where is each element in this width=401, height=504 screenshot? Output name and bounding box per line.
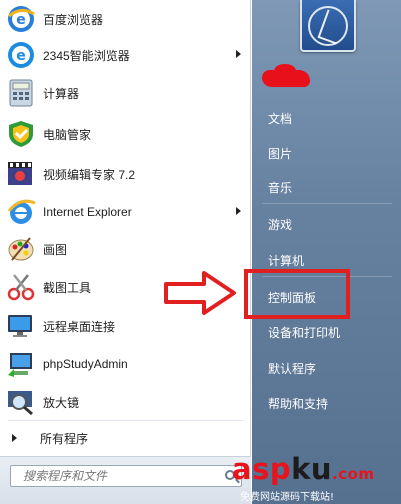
search-box[interactable] <box>10 465 242 487</box>
menu-link-devices-printers[interactable]: 设备和打印机 <box>268 324 340 341</box>
divider <box>8 420 243 421</box>
submenu-arrow-icon[interactable] <box>236 207 241 215</box>
magnifier-icon <box>6 387 36 417</box>
search-input[interactable] <box>23 469 223 483</box>
annotation-highlight-box <box>244 269 350 319</box>
menu-link-computer[interactable]: 计算机 <box>268 252 304 269</box>
username-redaction <box>262 64 310 87</box>
all-programs-button[interactable]: 所有程序 <box>0 424 251 452</box>
svg-text:e: e <box>16 48 26 64</box>
watermark-brand: aspku.com <box>232 452 375 486</box>
program-label: phpStudyAdmin <box>43 357 128 371</box>
program-item-calculator[interactable]: 计算器 <box>0 74 251 112</box>
menu-link-games[interactable]: 游戏 <box>268 216 292 233</box>
menu-link-music[interactable]: 音乐 <box>268 179 292 196</box>
pc-manager-icon <box>6 119 36 149</box>
program-item-paint[interactable]: 画图 <box>0 230 251 268</box>
search-area <box>0 456 251 504</box>
program-list-pane: e 百度浏览器 e 2345智能浏览器 计算器 电脑管家 视频编辑专家 7.2 … <box>0 0 251 504</box>
program-item-baidu-browser[interactable]: e 百度浏览器 <box>0 0 251 38</box>
program-item-magnifier[interactable]: 放大镜 <box>0 383 251 421</box>
program-item-phpstudy-admin[interactable]: phpStudyAdmin <box>0 345 251 383</box>
program-label: 画图 <box>43 242 68 257</box>
menu-link-help-support[interactable]: 帮助和支持 <box>268 395 328 412</box>
2345-browser-icon: e <box>6 40 36 70</box>
program-label: 2345智能浏览器 <box>43 48 130 63</box>
annotation-arrow-icon <box>164 271 236 315</box>
video-editor-icon <box>6 159 36 189</box>
program-item-pc-manager[interactable]: 电脑管家 <box>0 115 251 153</box>
program-label: 远程桌面连接 <box>43 319 116 334</box>
internet-explorer-icon <box>6 197 36 227</box>
menu-link-pictures[interactable]: 图片 <box>268 145 292 162</box>
program-label: 计算器 <box>43 86 80 101</box>
watermark-logo: aspku.com 免费网站源码下载站! <box>232 452 401 504</box>
baidu-browser-icon: e <box>6 4 36 34</box>
remote-desktop-icon <box>6 311 36 341</box>
program-item-video-editor[interactable]: 视频编辑专家 7.2 <box>0 155 251 193</box>
all-programs-label: 所有程序 <box>40 431 89 446</box>
svg-text:e: e <box>16 12 26 28</box>
chevron-right-icon <box>12 434 17 442</box>
menu-link-default-programs[interactable]: 默认程序 <box>268 360 316 377</box>
calculator-icon <box>6 78 36 108</box>
paint-icon <box>6 234 36 264</box>
program-label: 放大镜 <box>43 395 80 410</box>
program-label: 百度浏览器 <box>43 12 104 27</box>
program-label: 电脑管家 <box>43 127 92 142</box>
program-item-2345-browser[interactable]: e 2345智能浏览器 <box>0 36 251 74</box>
phpstudy-icon <box>6 349 36 379</box>
program-label: 视频编辑专家 7.2 <box>43 167 136 182</box>
divider <box>262 203 392 204</box>
watermark-slogan: 免费网站源码下载站! <box>240 492 335 503</box>
submenu-arrow-icon[interactable] <box>236 50 241 58</box>
program-label: Internet Explorer <box>43 205 132 219</box>
program-item-internet-explorer[interactable]: Internet Explorer <box>0 193 251 231</box>
snipping-tool-icon <box>6 272 36 302</box>
menu-link-documents[interactable]: 文档 <box>268 110 292 127</box>
program-label: 截图工具 <box>43 280 92 295</box>
user-avatar[interactable] <box>300 0 356 52</box>
